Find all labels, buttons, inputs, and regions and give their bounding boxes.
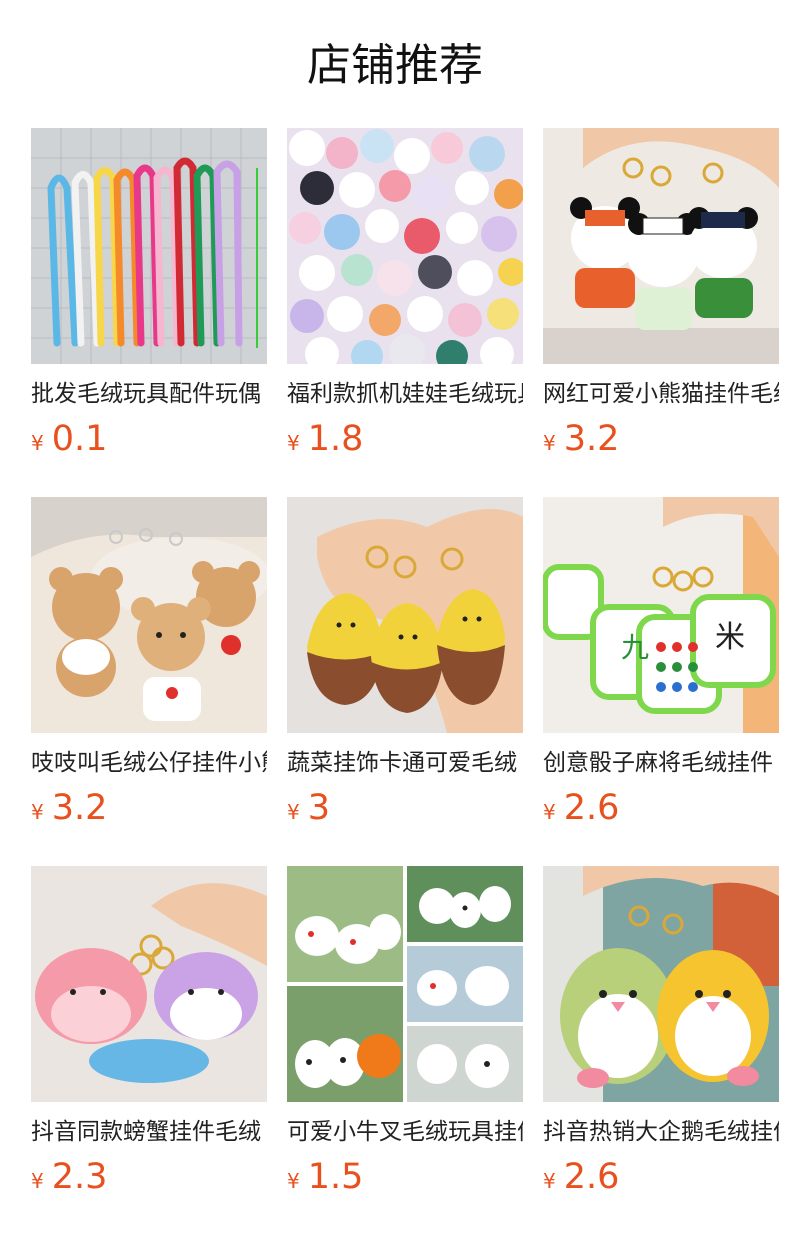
product-name: 吱吱叫毛绒公仔挂件小熊 xyxy=(31,750,267,776)
currency-symbol: ¥ xyxy=(543,431,556,455)
product-card[interactable]: 可爱小牛叉毛绒玩具挂件 ¥1.5 xyxy=(287,866,523,1235)
svg-text:米: 米 xyxy=(715,620,745,655)
product-price: ¥2.6 xyxy=(543,1155,619,1199)
product-image[interactable] xyxy=(287,497,523,733)
product-image[interactable] xyxy=(31,866,267,1102)
product-image[interactable] xyxy=(543,866,779,1102)
product-card[interactable]: 福利款抓机娃娃毛绒玩具 ¥1.8 xyxy=(287,128,523,497)
product-card[interactable]: 抖音热销大企鹅毛绒挂件 ¥2.6 xyxy=(543,866,779,1235)
currency-symbol: ¥ xyxy=(31,1169,44,1193)
product-card[interactable]: 抖音同款螃蟹挂件毛绒 ¥2.3 xyxy=(31,866,267,1235)
price-value: 1.8 xyxy=(307,419,364,459)
currency-symbol: ¥ xyxy=(543,1169,556,1193)
page-title: 店铺推荐 xyxy=(307,40,483,91)
product-card[interactable]: 九 米 创意骰子麻将毛绒挂件 ¥2.6 xyxy=(543,497,779,866)
product-image[interactable]: 九 米 xyxy=(543,497,779,733)
product-name: 抖音同款螃蟹挂件毛绒 xyxy=(31,1119,261,1145)
product-price: ¥3.2 xyxy=(31,786,107,830)
currency-symbol: ¥ xyxy=(31,800,44,824)
price-value: 2.6 xyxy=(563,788,620,828)
product-price: ¥1.5 xyxy=(287,1155,363,1199)
product-price: ¥2.3 xyxy=(31,1155,107,1199)
product-card[interactable]: 吱吱叫毛绒公仔挂件小熊 ¥3.2 xyxy=(31,497,267,866)
product-price: ¥3 xyxy=(287,786,330,830)
product-name: 可爱小牛叉毛绒玩具挂件 xyxy=(287,1119,523,1145)
product-name: 福利款抓机娃娃毛绒玩具 xyxy=(287,381,523,407)
product-image[interactable] xyxy=(543,128,779,364)
price-value: 0.1 xyxy=(51,419,108,459)
price-value: 2.6 xyxy=(563,1157,620,1197)
product-price: ¥0.1 xyxy=(31,417,107,461)
product-name: 批发毛绒玩具配件玩偶 xyxy=(31,381,261,407)
product-image[interactable] xyxy=(287,866,523,1102)
currency-symbol: ¥ xyxy=(287,800,300,824)
product-name: 蔬菜挂饰卡通可爱毛绒 xyxy=(287,750,517,776)
product-price: ¥2.6 xyxy=(543,786,619,830)
product-price: ¥1.8 xyxy=(287,417,363,461)
product-price: ¥3.2 xyxy=(543,417,619,461)
price-value: 2.3 xyxy=(51,1157,108,1197)
product-card[interactable]: 网红可爱小熊猫挂件毛绒 ¥3.2 xyxy=(543,128,779,497)
currency-symbol: ¥ xyxy=(287,431,300,455)
svg-text:九: 九 xyxy=(621,631,649,664)
price-value: 1.5 xyxy=(307,1157,364,1197)
currency-symbol: ¥ xyxy=(543,800,556,824)
product-card[interactable]: 蔬菜挂饰卡通可爱毛绒 ¥3 xyxy=(287,497,523,866)
product-image[interactable] xyxy=(31,128,267,364)
product-grid: 批发毛绒玩具配件玩偶 ¥0.1 福利款抓机娃娃毛绒玩具 ¥ 1.8 网红可爱小熊… xyxy=(31,128,779,1235)
product-name: 创意骰子麻将毛绒挂件 xyxy=(543,750,773,776)
price-value: 3 xyxy=(307,788,331,828)
price-value: 3.2 xyxy=(563,419,620,459)
currency-symbol: ¥ xyxy=(287,1169,300,1193)
currency-symbol: ¥ xyxy=(31,431,44,455)
product-image[interactable] xyxy=(31,497,267,733)
product-image[interactable] xyxy=(287,128,523,364)
price-value: 3.2 xyxy=(51,788,108,828)
product-name: 网红可爱小熊猫挂件毛绒 xyxy=(543,381,779,407)
product-name: 抖音热销大企鹅毛绒挂件 xyxy=(543,1119,779,1145)
product-card[interactable]: 批发毛绒玩具配件玩偶 ¥0.1 xyxy=(31,128,267,497)
